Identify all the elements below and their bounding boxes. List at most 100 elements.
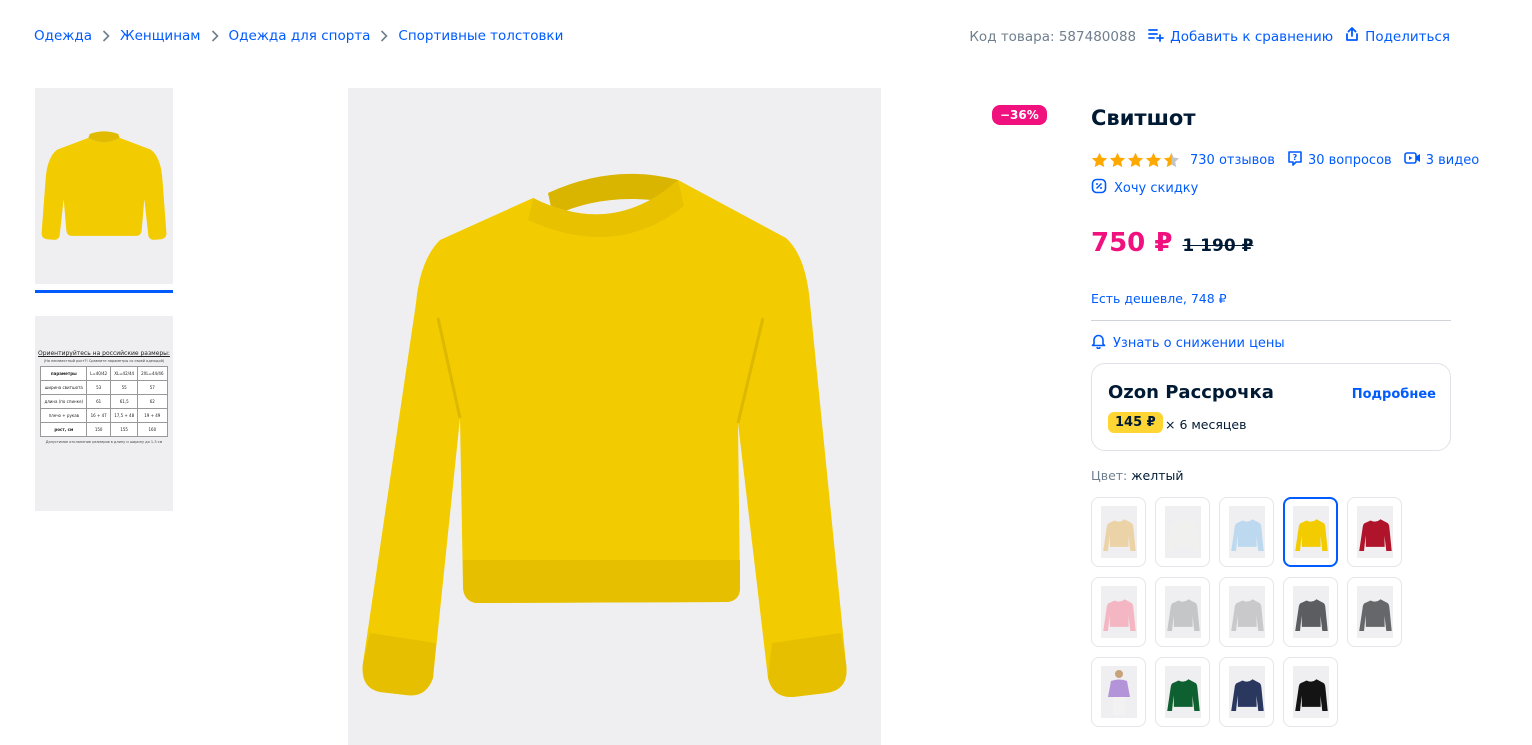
star-icon <box>1127 152 1144 168</box>
color-swatch[interactable] <box>1091 497 1146 567</box>
model-photo <box>1107 670 1130 715</box>
table-row: плечо + рукав 16 + 47 17,5 + 48 19 + 49 <box>40 408 168 423</box>
color-swatch[interactable] <box>1283 657 1338 727</box>
discount-badge: −36% <box>992 105 1047 125</box>
videos-label: 3 видео <box>1425 152 1480 168</box>
color-swatch[interactable] <box>1155 577 1210 647</box>
sweater-photo <box>1166 679 1200 711</box>
table-cell: 16 + 47 <box>86 408 112 423</box>
star-half-icon <box>1163 152 1180 168</box>
chevron-right-icon <box>211 30 219 42</box>
table-cell: 19 + 49 <box>137 408 168 423</box>
swatch-thumbnail <box>1164 666 1201 718</box>
color-swatch[interactable] <box>1091 577 1146 647</box>
swatch-thumbnail <box>1228 666 1265 718</box>
swatch-thumbnail <box>1356 506 1393 558</box>
thumbnail-sweater[interactable] <box>35 88 173 284</box>
breadcrumb: Одежда Женщинам Одежда для спорта Спорти… <box>34 28 563 44</box>
questions-label: 30 вопросов <box>1307 152 1392 168</box>
cheaper-offer-link[interactable]: Есть дешевле, 748 ₽ <box>1091 291 1227 306</box>
price-drop-label: Узнать о снижении цены <box>1113 335 1285 351</box>
color-swatch[interactable] <box>1283 497 1338 567</box>
svg-text:?: ? <box>1293 153 1298 162</box>
breadcrumb-item-sportswear[interactable]: Одежда для спорта <box>229 28 371 44</box>
size-chart-title: Ориентируйтесь на российские размеры: <box>38 350 170 357</box>
color-swatch[interactable] <box>1219 497 1274 567</box>
table-cell: 61,5 <box>110 394 139 409</box>
color-swatch[interactable] <box>1155 657 1210 727</box>
star-icon <box>1091 152 1108 168</box>
table-cell: 62 <box>137 394 168 409</box>
breadcrumb-item-sport-hoodies[interactable]: Спортивные толстовки <box>398 28 563 44</box>
share-button[interactable]: Поделиться <box>1345 27 1450 46</box>
swatch-thumbnail <box>1292 506 1329 558</box>
header-actions: Код товара: 587480088 Добавить к сравнен… <box>969 27 1450 46</box>
question-icon: ? <box>1287 150 1303 170</box>
thumbnail-size-chart[interactable]: Ориентируйтесь на российские размеры: (Н… <box>35 316 173 511</box>
main-product-image[interactable] <box>348 88 881 745</box>
color-swatch[interactable] <box>1219 577 1274 647</box>
size-chart-note: (На неизвестный рост?! Сравните параметр… <box>43 359 165 363</box>
star-icon <box>1109 152 1126 168</box>
table-cell: 57 <box>137 380 168 395</box>
table-cell: 160 <box>137 422 168 437</box>
sweater-photo <box>1166 519 1200 551</box>
compare-button[interactable]: Добавить к сравнению <box>1148 28 1333 46</box>
sweater-photo <box>1230 519 1264 551</box>
table-row: длина (по спинке) 61 61,5 62 <box>40 394 168 409</box>
size-chart-footnote: Допустимое отклонение размеров в длину и… <box>45 440 163 444</box>
rating-row: 730 отзывов ? 30 вопросов 3 видео <box>1091 150 1485 170</box>
share-icon <box>1345 27 1359 46</box>
swatch-thumbnail <box>1164 506 1201 558</box>
table-cell: ширина свитшота <box>40 380 88 395</box>
color-swatch[interactable] <box>1347 497 1402 567</box>
wish-discount-button[interactable]: Хочу скидку <box>1091 178 1198 198</box>
reviews-link[interactable]: 730 отзывов <box>1190 153 1275 168</box>
thumbnail-sweater-image <box>41 131 167 240</box>
current-price: 750 ₽ <box>1091 228 1173 258</box>
sweater-photo <box>1102 519 1136 551</box>
old-price: 1 190 ₽ <box>1182 236 1254 256</box>
table-cell: XL=42/44 <box>110 366 139 381</box>
table-cell: 150 <box>86 422 112 437</box>
installment-title: Ozon Рассрочка <box>1108 382 1274 403</box>
breadcrumb-item-women[interactable]: Женщинам <box>120 28 200 44</box>
color-swatch[interactable] <box>1219 657 1274 727</box>
color-swatch[interactable] <box>1283 577 1338 647</box>
color-swatch[interactable] <box>1347 577 1402 647</box>
color-swatch[interactable] <box>1091 657 1146 727</box>
table-cell: плечо + рукав <box>40 408 88 423</box>
table-cell: 2XL=44/46 <box>137 366 168 381</box>
sweater-photo <box>1166 599 1200 631</box>
product-code: Код товара: 587480088 <box>969 28 1137 45</box>
bell-icon <box>1091 333 1106 353</box>
table-cell: 155 <box>110 422 139 437</box>
swatch-thumbnail <box>1100 666 1137 718</box>
questions-link[interactable]: ? 30 вопросов <box>1287 150 1392 170</box>
sweater-photo <box>1358 519 1392 551</box>
table-row: параметры L=40/42 XL=42/44 2XL=44/46 <box>40 366 168 381</box>
table-row: рост, см 150 155 160 <box>40 422 168 437</box>
sweater-image <box>362 173 847 698</box>
videos-link[interactable]: 3 видео <box>1403 151 1480 169</box>
sweater-photo <box>1102 599 1136 631</box>
thumbnail-active-indicator <box>35 290 173 293</box>
color-label-text: Цвет: <box>1091 468 1128 483</box>
sweater-photo <box>1294 679 1328 711</box>
compare-label: Добавить к сравнению <box>1170 28 1334 45</box>
star-icon <box>1145 152 1162 168</box>
price-drop-notify-button[interactable]: Узнать о снижении цены <box>1091 333 1285 353</box>
swatch-thumbnail <box>1228 506 1265 558</box>
installment-more-link[interactable]: Подробнее <box>1352 387 1436 402</box>
swatch-thumbnail <box>1292 666 1329 718</box>
color-label: Цвет: желтый <box>1091 468 1183 483</box>
chevron-right-icon <box>380 30 389 42</box>
installment-card[interactable]: Ozon Рассрочка Подробнее 145 ₽ × 6 месяц… <box>1091 363 1451 451</box>
rating-stars[interactable] <box>1091 152 1180 168</box>
table-row: ширина свитшота 53 55 57 <box>40 380 168 395</box>
installment-monthly-badge: 145 ₽ <box>1108 412 1163 433</box>
breadcrumb-item-clothes[interactable]: Одежда <box>34 28 92 44</box>
color-swatch[interactable] <box>1155 497 1210 567</box>
price-block: 750 ₽ 1 190 ₽ <box>1091 228 1253 258</box>
divider <box>1091 320 1451 321</box>
